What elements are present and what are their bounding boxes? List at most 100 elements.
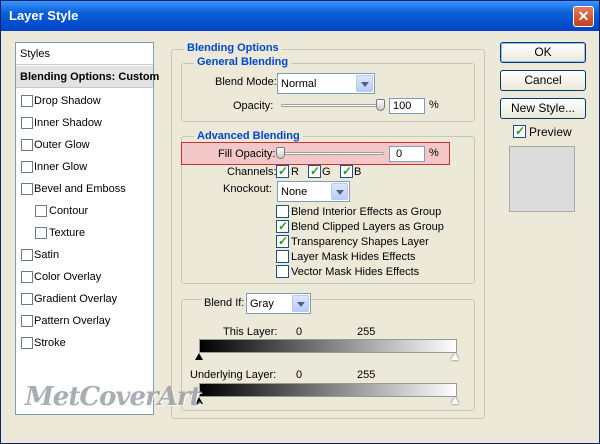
style-checkbox[interactable] bbox=[21, 315, 33, 327]
underlying-layer-min: 0 bbox=[296, 369, 303, 381]
style-item-gradient-overlay[interactable]: Gradient Overlay bbox=[16, 288, 153, 310]
blend-mode-label: Blend Mode: bbox=[215, 76, 277, 88]
opacity-unit: % bbox=[429, 99, 439, 111]
style-item-label: Gradient Overlay bbox=[34, 293, 118, 305]
chevron-down-icon bbox=[356, 75, 373, 92]
this-layer-min: 0 bbox=[296, 326, 303, 338]
fill-opacity-label: Fill Opacity: bbox=[218, 148, 276, 160]
layer-style-dialog: Layer Style ✕ Styles Blending Options: C… bbox=[0, 0, 600, 444]
style-preview-swatch bbox=[509, 146, 575, 212]
styles-list-header[interactable]: Styles bbox=[16, 43, 153, 65]
fill-opacity-input[interactable]: 0 bbox=[389, 146, 425, 162]
styles-header-label: Styles bbox=[20, 48, 50, 60]
fill-opacity-slider-track[interactable] bbox=[281, 152, 384, 155]
style-item-inner-glow[interactable]: Inner Glow bbox=[16, 156, 153, 178]
opacity-slider-thumb[interactable] bbox=[376, 99, 385, 111]
advanced-blending-title: Advanced Blending bbox=[194, 130, 303, 142]
style-item-label: Outer Glow bbox=[34, 139, 90, 151]
style-item-label: Pattern Overlay bbox=[34, 315, 111, 327]
transparency-shapes-checkbox[interactable] bbox=[276, 234, 289, 248]
blending-options-title: Blending Options bbox=[184, 42, 282, 54]
ok-button[interactable]: OK bbox=[500, 42, 586, 63]
layer-mask-hides-label: Layer Mask Hides Effects bbox=[291, 251, 416, 263]
channel-r-label: R bbox=[291, 166, 299, 178]
vector-mask-hides-checkbox[interactable] bbox=[276, 265, 289, 278]
style-checkbox[interactable] bbox=[21, 95, 33, 107]
style-checkbox[interactable] bbox=[35, 205, 47, 217]
fill-opacity-value: 0 bbox=[396, 148, 403, 160]
style-item-label: Color Overlay bbox=[34, 271, 102, 283]
watermark-logo: MetCoverArt bbox=[25, 382, 202, 412]
channel-r-checkbox[interactable] bbox=[276, 164, 289, 178]
channels-label: Channels: bbox=[227, 166, 277, 178]
blend-interior-effects-label: Blend Interior Effects as Group bbox=[291, 206, 442, 218]
opacity-value: 100 bbox=[393, 100, 412, 112]
underlying-layer-white-slider[interactable] bbox=[451, 397, 459, 404]
knockout-label: Knockout: bbox=[223, 183, 272, 195]
blend-if-value: Gray bbox=[250, 298, 274, 310]
style-checkbox[interactable] bbox=[21, 337, 33, 349]
style-item-color-overlay[interactable]: Color Overlay bbox=[16, 266, 153, 288]
blend-if-label: Blend If: bbox=[202, 297, 247, 309]
cancel-button[interactable]: Cancel bbox=[500, 70, 586, 91]
new-style-button[interactable]: New Style... bbox=[500, 98, 586, 119]
blend-mode-dropdown[interactable]: Normal bbox=[277, 73, 375, 94]
this-layer-white-slider[interactable] bbox=[451, 353, 459, 360]
channel-g-label: G bbox=[322, 166, 331, 178]
style-item-drop-shadow[interactable]: Drop Shadow bbox=[16, 90, 153, 112]
this-layer-black-slider[interactable] bbox=[195, 353, 203, 360]
style-item-label: Inner Glow bbox=[34, 161, 88, 173]
opacity-slider-track[interactable] bbox=[281, 104, 384, 107]
general-blending-title: General Blending bbox=[194, 56, 292, 68]
blend-clipped-layers-checkbox[interactable] bbox=[276, 219, 289, 233]
transparency-shapes-label: Transparency Shapes Layer bbox=[291, 236, 429, 248]
style-item-stroke[interactable]: Stroke bbox=[16, 332, 153, 354]
close-icon: ✕ bbox=[577, 8, 590, 24]
style-checkbox[interactable] bbox=[21, 271, 33, 283]
preview-checkbox[interactable] bbox=[513, 124, 526, 138]
underlying-layer-max: 255 bbox=[357, 369, 376, 381]
fill-opacity-unit: % bbox=[429, 147, 439, 159]
fill-opacity-slider-thumb[interactable] bbox=[276, 147, 285, 159]
knockout-dropdown[interactable]: None bbox=[277, 181, 350, 202]
opacity-label: Opacity: bbox=[233, 100, 274, 112]
style-checkbox[interactable] bbox=[21, 117, 33, 129]
preview-label: Preview bbox=[529, 125, 572, 139]
style-checkbox[interactable] bbox=[21, 183, 33, 195]
style-checkbox[interactable] bbox=[21, 249, 33, 261]
title-bar[interactable]: Layer Style ✕ bbox=[1, 1, 599, 31]
style-checkbox[interactable] bbox=[21, 161, 33, 173]
style-item-label: Stroke bbox=[34, 337, 66, 349]
style-item-texture[interactable]: Texture bbox=[16, 222, 153, 244]
style-item-label: Satin bbox=[34, 249, 60, 261]
style-checkbox[interactable] bbox=[21, 139, 33, 151]
style-item-contour[interactable]: Contour bbox=[16, 200, 153, 222]
window-title: Layer Style bbox=[9, 8, 79, 23]
styles-list: Styles Blending Options: Custom Drop Sha… bbox=[15, 42, 159, 415]
style-checkbox[interactable] bbox=[35, 227, 47, 239]
style-item-bevel-and-emboss[interactable]: Bevel and Emboss bbox=[16, 178, 153, 200]
style-item-pattern-overlay[interactable]: Pattern Overlay bbox=[16, 310, 153, 332]
blend-mode-value: Normal bbox=[281, 78, 317, 90]
blend-if-dropdown[interactable]: Gray bbox=[246, 293, 311, 314]
style-item-outer-glow[interactable]: Outer Glow bbox=[16, 134, 153, 156]
style-item-label: Contour bbox=[49, 205, 89, 217]
this-layer-gradient-bar bbox=[199, 339, 457, 353]
channel-g-checkbox[interactable] bbox=[308, 164, 321, 178]
layer-mask-hides-checkbox[interactable] bbox=[276, 250, 289, 263]
underlying-layer-label: Underlying Layer: bbox=[190, 369, 277, 381]
channel-b-checkbox[interactable] bbox=[340, 164, 353, 178]
this-layer-label: This Layer: bbox=[223, 326, 278, 338]
vector-mask-hides-label: Vector Mask Hides Effects bbox=[291, 266, 420, 278]
close-button[interactable]: ✕ bbox=[573, 6, 594, 27]
blend-interior-effects-checkbox[interactable] bbox=[276, 205, 289, 218]
style-item-inner-shadow[interactable]: Inner Shadow bbox=[16, 112, 153, 134]
chevron-down-icon bbox=[331, 183, 348, 200]
channel-b-label: B bbox=[354, 166, 362, 178]
styles-item-blending-options[interactable]: Blending Options: Custom bbox=[16, 66, 159, 88]
knockout-value: None bbox=[281, 186, 308, 198]
style-checkbox[interactable] bbox=[21, 293, 33, 305]
this-layer-max: 255 bbox=[357, 326, 376, 338]
opacity-input[interactable]: 100 bbox=[389, 98, 425, 114]
style-item-satin[interactable]: Satin bbox=[16, 244, 153, 266]
